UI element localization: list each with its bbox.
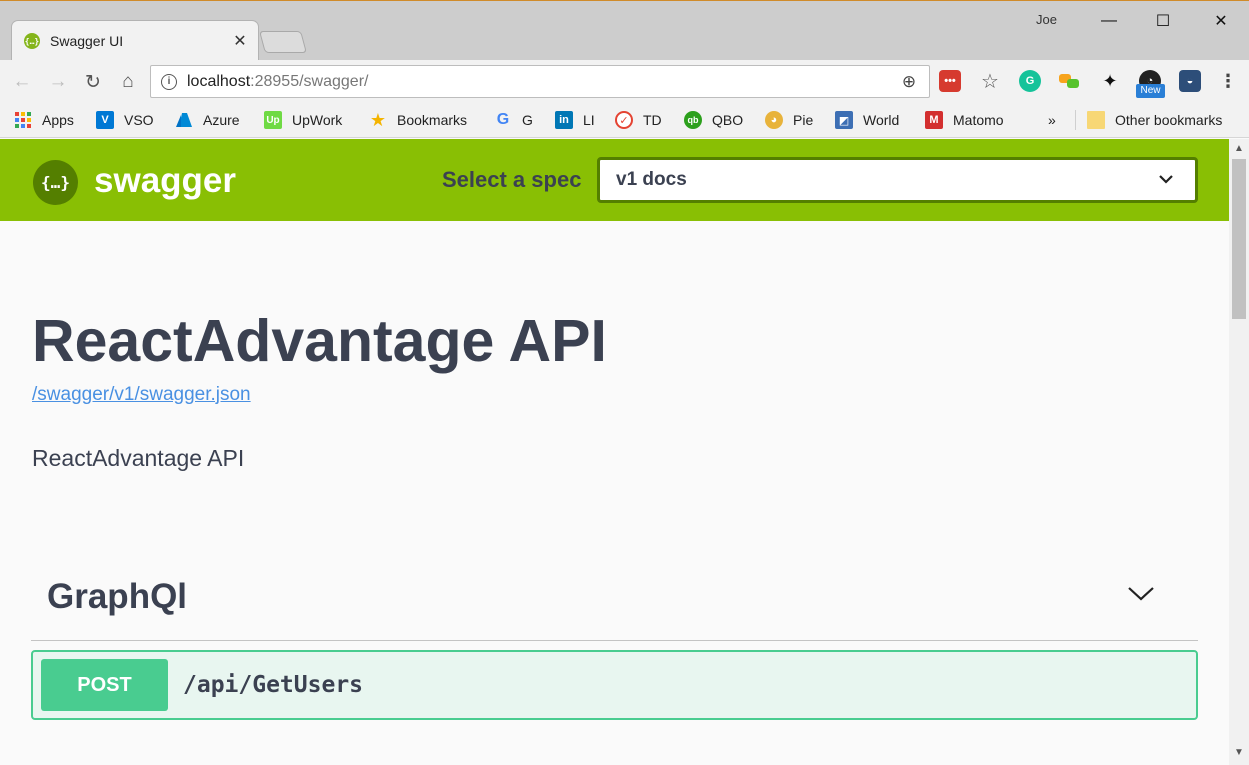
spec-select-value: v1 docs xyxy=(616,169,687,190)
reload-icon[interactable]: ↻ xyxy=(81,70,105,94)
bookmark-pie[interactable]: ◕ Pie xyxy=(765,110,813,130)
menu-kebab-icon[interactable]: ⋮ xyxy=(1217,70,1239,92)
minimize-icon[interactable]: — xyxy=(1086,7,1132,35)
folder-icon xyxy=(1087,111,1105,129)
browser-tab[interactable]: {…} Swagger UI ✕ xyxy=(12,21,258,61)
bookmark-qbo[interactable]: qb QBO xyxy=(684,110,743,130)
todoist-icon: ✓ xyxy=(615,111,633,129)
pie-icon: ◕ xyxy=(765,111,783,129)
bookmark-azure[interactable]: Azure xyxy=(175,110,240,130)
expand-chevron-icon[interactable] xyxy=(1127,579,1155,607)
method-badge: POST xyxy=(41,659,168,711)
forward-arrow-icon[interactable]: → xyxy=(46,70,70,94)
star-icon: ★ xyxy=(369,109,387,130)
swagger-brand[interactable]: swagger xyxy=(94,161,236,201)
select-spec-label: Select a spec xyxy=(442,167,582,192)
tag-name: GraphQl xyxy=(47,577,188,616)
bookmark-upwork[interactable]: Up UpWork xyxy=(264,110,342,130)
address-bar[interactable]: i localhost:28955/swagger/ ⊕ xyxy=(150,65,930,98)
zoom-icon[interactable]: ⊕ xyxy=(897,72,921,92)
bookmark-label: Matomo xyxy=(953,112,1004,128)
bookmark-matomo[interactable]: M Matomo xyxy=(925,110,1004,130)
ninja-extension-icon[interactable]: ✦ xyxy=(1099,70,1121,92)
bookmark-label: Apps xyxy=(42,112,74,128)
new-badge: New xyxy=(1136,84,1165,98)
profile-name[interactable]: Joe xyxy=(1036,12,1057,27)
bookmark-vso[interactable]: V VSO xyxy=(96,110,154,130)
bookmarks-bar: Apps V VSO Azure Up UpWork ★ Bookmarks G… xyxy=(0,102,1249,138)
browser-toolbar: ← → ↻ ⌂ i localhost:28955/swagger/ ⊕ •••… xyxy=(0,60,1249,102)
profile-extension-icon[interactable]: ◒ xyxy=(1179,70,1201,92)
bookmark-label: G xyxy=(522,112,533,128)
linkedin-icon: in xyxy=(555,111,573,129)
bookmark-label: World xyxy=(863,112,900,128)
bookmark-label: Other bookmarks xyxy=(1115,112,1223,128)
scroll-up-icon[interactable]: ▲ xyxy=(1233,143,1245,155)
page-scrollbar[interactable]: ▲ ▼ xyxy=(1229,139,1249,765)
spec-json-link[interactable]: /swagger/v1/swagger.json xyxy=(32,384,251,406)
bookmark-label: LI xyxy=(583,112,595,128)
bookmark-star-icon[interactable]: ☆ xyxy=(979,70,1001,93)
world-icon: ◩ xyxy=(835,111,853,129)
tab-close-icon[interactable]: ✕ xyxy=(230,31,250,51)
bookmark-label: UpWork xyxy=(292,112,343,128)
url-text[interactable]: localhost:28955/swagger/ xyxy=(187,73,897,91)
matomo-icon: M xyxy=(925,111,943,129)
back-arrow-icon[interactable]: ← xyxy=(10,70,34,94)
upwork-icon: Up xyxy=(264,111,282,129)
bookmark-td[interactable]: ✓ TD xyxy=(615,110,662,130)
bookmark-linkedin[interactable]: in LI xyxy=(555,110,595,130)
lastpass-extension-icon[interactable]: ••• xyxy=(939,70,961,92)
bookmark-other[interactable]: Other bookmarks xyxy=(1087,110,1222,130)
swagger-page: {…} swagger Select a spec v1 docs ReactA… xyxy=(0,139,1229,765)
scroll-thumb[interactable] xyxy=(1232,159,1246,319)
scroll-down-icon[interactable]: ▼ xyxy=(1233,747,1245,759)
bookmark-label: Pie xyxy=(793,112,814,128)
bookmarks-separator xyxy=(1075,110,1076,130)
operation-post-getusers[interactable]: POST /api/GetUsers xyxy=(31,650,1198,720)
info-icon[interactable]: i xyxy=(161,73,177,90)
more-bookmarks-chevron[interactable]: » xyxy=(1048,110,1056,130)
window-close-icon[interactable]: ✕ xyxy=(1198,7,1244,35)
chat-extension-icon[interactable] xyxy=(1059,70,1081,92)
grammarly-extension-icon[interactable]: G xyxy=(1019,70,1041,92)
quickbooks-icon: qb xyxy=(684,111,702,129)
swagger-topbar: {…} swagger Select a spec v1 docs xyxy=(0,139,1229,221)
vso-icon: V xyxy=(96,111,114,129)
home-icon[interactable]: ⌂ xyxy=(116,70,140,94)
maximize-icon[interactable]: ☐ xyxy=(1140,7,1186,35)
spec-select[interactable]: v1 docs xyxy=(597,157,1198,203)
tab-title: Swagger UI xyxy=(50,33,124,49)
azure-icon xyxy=(175,111,193,129)
bookmark-label: QBO xyxy=(712,112,744,128)
apps-grid-icon xyxy=(14,111,32,129)
bookmark-google[interactable]: G G xyxy=(494,110,533,130)
bookmark-world[interactable]: ◩ World xyxy=(835,110,899,130)
bookmark-label: VSO xyxy=(124,112,154,128)
bookmark-label: Bookmarks xyxy=(397,112,468,128)
chevron-down-icon xyxy=(1151,171,1181,189)
bookmark-bookmarks[interactable]: ★ Bookmarks xyxy=(369,110,467,130)
bookmark-label: Azure xyxy=(203,112,240,128)
bookmark-label: TD xyxy=(643,112,662,128)
operation-path: /api/GetUsers xyxy=(183,672,364,698)
tag-header-graphql[interactable]: GraphQl xyxy=(31,571,1198,641)
window-titlebar: {…} Swagger UI ✕ Joe — ☐ ✕ xyxy=(0,0,1249,61)
api-title: ReactAdvantage API xyxy=(32,308,607,374)
api-description: ReactAdvantage API xyxy=(32,445,245,471)
new-tab-button[interactable] xyxy=(259,31,307,53)
swagger-logo-icon[interactable]: {…} xyxy=(33,160,78,205)
swagger-favicon-icon: {…} xyxy=(24,33,40,49)
bookmark-apps[interactable]: Apps xyxy=(14,110,74,130)
google-icon: G xyxy=(496,111,510,128)
